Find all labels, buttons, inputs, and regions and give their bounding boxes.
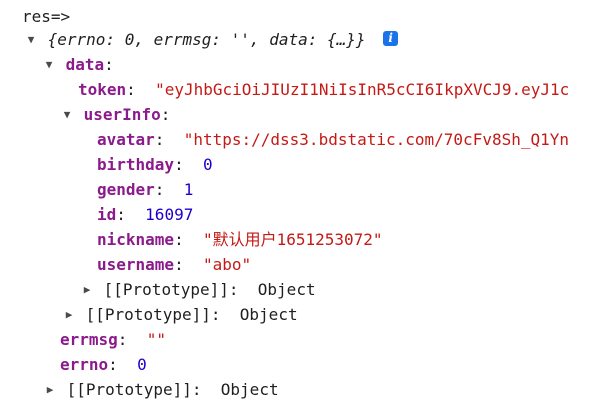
root-object-row[interactable]: ▼ {errno: 0, errmsg: '', data: {…}} i: [24, 27, 399, 52]
avatar-value: "https://dss3.bdstatic.com/70cFv8Sh_Q1Yn: [183, 130, 570, 149]
expand-right-icon[interactable]: ▶: [62, 302, 76, 327]
nickname-value: "默认用户1651253072": [202, 230, 383, 249]
errno-key: errno: [60, 355, 109, 374]
root-prototype-row[interactable]: ▶ [[Prototype]]: Object: [43, 377, 279, 402]
username-row: username: "abo": [97, 255, 252, 274]
console-output: res=> ▼ {errno: 0, errmsg: '', data: {…}…: [0, 0, 591, 413]
root-prototype-value: Object: [220, 380, 279, 399]
expand-right-icon[interactable]: ▶: [43, 377, 57, 402]
gender-key: gender: [97, 180, 155, 199]
errno-value: 0: [137, 355, 147, 374]
token-row: token: "eyJhbGciOiJIUzI1NiIsInR5cCI6IkpX…: [78, 80, 570, 99]
userinfo-prototype-row[interactable]: ▶ [[Prototype]]: Object: [80, 277, 316, 302]
username-value: "abo": [202, 255, 252, 274]
nickname-row: nickname: "默认用户1651253072": [97, 230, 383, 249]
root-object-summary: {errno: 0, errmsg: '', data: {…}}: [47, 30, 366, 49]
username-key: username: [97, 255, 175, 274]
userinfo-prototype-value: Object: [257, 280, 316, 299]
expand-down-icon[interactable]: ▼: [24, 27, 38, 52]
errmsg-key: errmsg: [60, 330, 118, 349]
id-row: id: 16097: [97, 205, 194, 224]
errmsg-row: errmsg: "": [60, 330, 166, 349]
log-label: res=>: [22, 4, 70, 29]
data-prototype-row[interactable]: ▶ [[Prototype]]: Object: [62, 302, 298, 327]
id-value: 16097: [145, 205, 194, 224]
nickname-key: nickname: [97, 230, 175, 249]
data-prototype-value: Object: [239, 305, 298, 324]
root-prototype-key: [[Prototype]]: [66, 380, 192, 399]
birthday-row: birthday: 0: [97, 155, 213, 174]
data-prototype-key: [[Prototype]]: [85, 305, 211, 324]
userinfo-key: userInfo: [83, 105, 161, 124]
birthday-value: 0: [202, 155, 213, 174]
expand-down-icon[interactable]: ▼: [60, 102, 74, 127]
errno-row: errno: 0: [60, 355, 147, 374]
data-key: data: [65, 55, 105, 74]
expand-down-icon[interactable]: ▼: [42, 52, 56, 77]
log-label-text: res=>: [22, 7, 71, 26]
data-row[interactable]: ▼ data:: [42, 52, 114, 77]
info-icon[interactable]: i: [383, 31, 399, 46]
avatar-key: avatar: [97, 130, 155, 149]
id-key: id: [97, 205, 117, 224]
expand-right-icon[interactable]: ▶: [80, 277, 94, 302]
avatar-row: avatar: "https://dss3.bdstatic.com/70cFv…: [97, 130, 570, 149]
errmsg-value: "": [146, 330, 166, 349]
token-key: token: [78, 80, 127, 99]
gender-row: gender: 1: [97, 180, 194, 199]
birthday-key: birthday: [97, 155, 175, 174]
gender-value: 1: [183, 180, 194, 199]
token-value: "eyJhbGciOiJIUzI1NiIsInR5cCI6IkpXVCJ9.ey…: [155, 80, 570, 99]
userinfo-prototype-key: [[Prototype]]: [103, 280, 229, 299]
userinfo-row[interactable]: ▼ userInfo:: [60, 102, 171, 127]
